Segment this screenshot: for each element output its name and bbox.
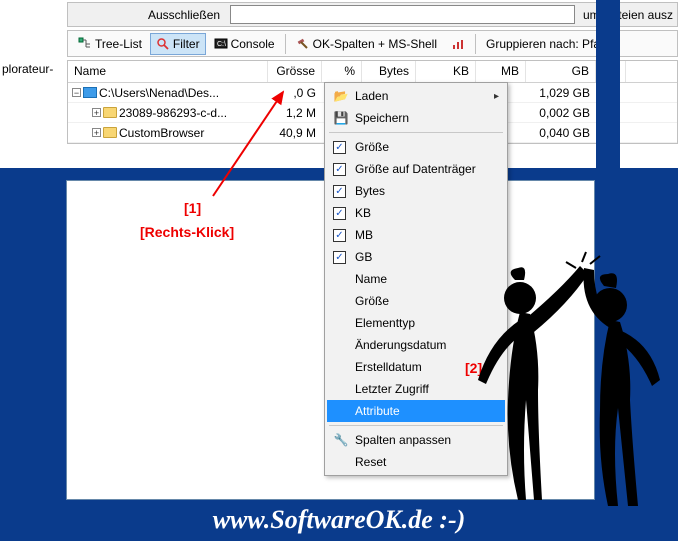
- menu-groesse2[interactable]: Größe: [327, 290, 505, 312]
- mi-label: Erstelldatum: [355, 360, 422, 374]
- col-bytes[interactable]: Bytes: [362, 61, 416, 82]
- check-icon: ✓: [333, 185, 346, 198]
- annotation-1b: [Rechts-Klick]: [140, 224, 234, 240]
- col-mb[interactable]: MB: [476, 61, 526, 82]
- check-icon: ✓: [333, 229, 346, 242]
- grid-header[interactable]: Name Grösse % Bytes KB MB GB Da: [68, 61, 677, 83]
- menu-aenderung[interactable]: Änderungsdatum: [327, 334, 505, 356]
- console-button[interactable]: C:\ Console: [208, 33, 281, 55]
- collapse-icon[interactable]: −: [72, 88, 81, 97]
- check-icon: ✓: [333, 141, 346, 154]
- wrench-icon: 🔧: [333, 433, 349, 447]
- okspalten-label: OK-Spalten + MS-Shell: [313, 37, 437, 51]
- mi-label: Speichern: [355, 111, 409, 125]
- row-name: CustomBrowser: [119, 126, 204, 140]
- row-name: C:\Users\Nenad\Des...: [99, 86, 219, 100]
- save-icon: 💾: [333, 111, 349, 125]
- treelist-icon: [78, 37, 92, 51]
- menu-reset[interactable]: Reset: [327, 451, 505, 473]
- annotation-2: [2]: [465, 360, 482, 376]
- check-icon: ✓: [333, 207, 346, 220]
- bars-icon: [451, 37, 465, 51]
- treelist-label: Tree-List: [95, 37, 142, 51]
- toolbar-divider: [475, 34, 476, 54]
- row-gr: ,0 G: [268, 86, 322, 100]
- menu-separator: [329, 132, 503, 133]
- menu-bytes[interactable]: ✓ Bytes: [327, 180, 505, 202]
- gruppieren-label: Gruppieren nach: Pfad: [486, 37, 607, 51]
- row-gb: 1,029 GB: [526, 86, 596, 100]
- filter-trail-text: um Dateien ausz: [579, 8, 677, 22]
- console-label: Console: [231, 37, 275, 51]
- mi-label: Letzter Zugriff: [355, 382, 429, 396]
- menu-groesse[interactable]: ✓ Größe: [327, 136, 505, 158]
- row-gr: 40,9 M: [268, 126, 322, 140]
- menu-groesse-dt[interactable]: ✓ Größe auf Datenträger: [327, 158, 505, 180]
- filter-input[interactable]: [230, 5, 575, 24]
- mi-label: Reset: [355, 455, 386, 469]
- vis-button[interactable]: [445, 33, 471, 55]
- menu-laden[interactable]: 📂 Laden: [327, 85, 505, 107]
- check-icon: ✓: [333, 163, 346, 176]
- menu-kb[interactable]: ✓ KB: [327, 202, 505, 224]
- row-gb: 0,002 GB: [526, 106, 596, 120]
- menu-attribute[interactable]: Attribute: [327, 400, 505, 422]
- check-icon: ✓: [333, 251, 346, 264]
- col-name[interactable]: Name: [68, 61, 268, 82]
- menu-elementtyp[interactable]: Elementtyp: [327, 312, 505, 334]
- folder-icon: [103, 107, 117, 118]
- toolbar: Tree-List Filter C:\ Console OK-Spalten …: [67, 30, 678, 57]
- drive-icon: [83, 87, 97, 98]
- magnifier-icon: [156, 37, 170, 51]
- expand-icon[interactable]: +: [92, 128, 101, 137]
- mi-label: Elementtyp: [355, 316, 415, 330]
- gruppieren-button[interactable]: Gruppieren nach: Pfad: [480, 33, 613, 55]
- treelist-button[interactable]: Tree-List: [72, 33, 148, 55]
- filter-row: Ausschließen um Dateien ausz: [67, 2, 678, 27]
- menu-mb[interactable]: ✓ MB: [327, 224, 505, 246]
- toolbar-divider: [285, 34, 286, 54]
- menu-separator: [329, 425, 503, 426]
- mi-label: Laden: [355, 89, 388, 103]
- mi-label: MB: [355, 228, 373, 242]
- context-menu: 📂 Laden 💾 Speichern ✓ Größe ✓ Größe auf …: [324, 82, 508, 476]
- folder-icon: [103, 127, 117, 138]
- menu-speichern[interactable]: 💾 Speichern: [327, 107, 505, 129]
- menu-spalten[interactable]: 🔧 Spalten anpassen: [327, 429, 505, 451]
- row-name: 23089-986293-c-d...: [119, 106, 227, 120]
- mi-label: Größe: [355, 294, 389, 308]
- gavel-icon: [296, 37, 310, 51]
- mi-label: Attribute: [355, 404, 400, 418]
- side-label: plorateur-: [2, 62, 65, 76]
- expand-icon[interactable]: +: [92, 108, 101, 117]
- svg-text:C:\: C:\: [217, 41, 226, 48]
- col-groesse[interactable]: Grösse: [268, 61, 322, 82]
- menu-letzter[interactable]: Letzter Zugriff: [327, 378, 505, 400]
- mi-label: Name: [355, 272, 387, 286]
- col-kb[interactable]: KB: [416, 61, 476, 82]
- mi-label: Größe auf Datenträger: [355, 162, 476, 176]
- mi-label: GB: [355, 250, 372, 264]
- filter-button[interactable]: Filter: [150, 33, 206, 55]
- filter-label: Ausschließen: [68, 8, 230, 22]
- annotation-1: [1]: [184, 200, 201, 216]
- footer-text: www.SoftwareOK.de :-): [0, 505, 678, 535]
- menu-gb[interactable]: ✓ GB: [327, 246, 505, 268]
- row-gb: 0,040 GB: [526, 126, 596, 140]
- console-icon: C:\: [214, 37, 228, 51]
- col-pct[interactable]: %: [322, 61, 362, 82]
- row-gr: 1,2 M: [268, 106, 322, 120]
- open-icon: 📂: [333, 89, 349, 103]
- mi-label: Bytes: [355, 184, 385, 198]
- mi-label: Größe: [355, 140, 389, 154]
- mi-label: Spalten anpassen: [355, 433, 451, 447]
- mi-label: KB: [355, 206, 371, 220]
- mi-label: Änderungsdatum: [355, 338, 446, 352]
- okspalten-button[interactable]: OK-Spalten + MS-Shell: [290, 33, 443, 55]
- menu-name[interactable]: Name: [327, 268, 505, 290]
- filter-label: Filter: [173, 37, 200, 51]
- col-gb[interactable]: GB: [526, 61, 596, 82]
